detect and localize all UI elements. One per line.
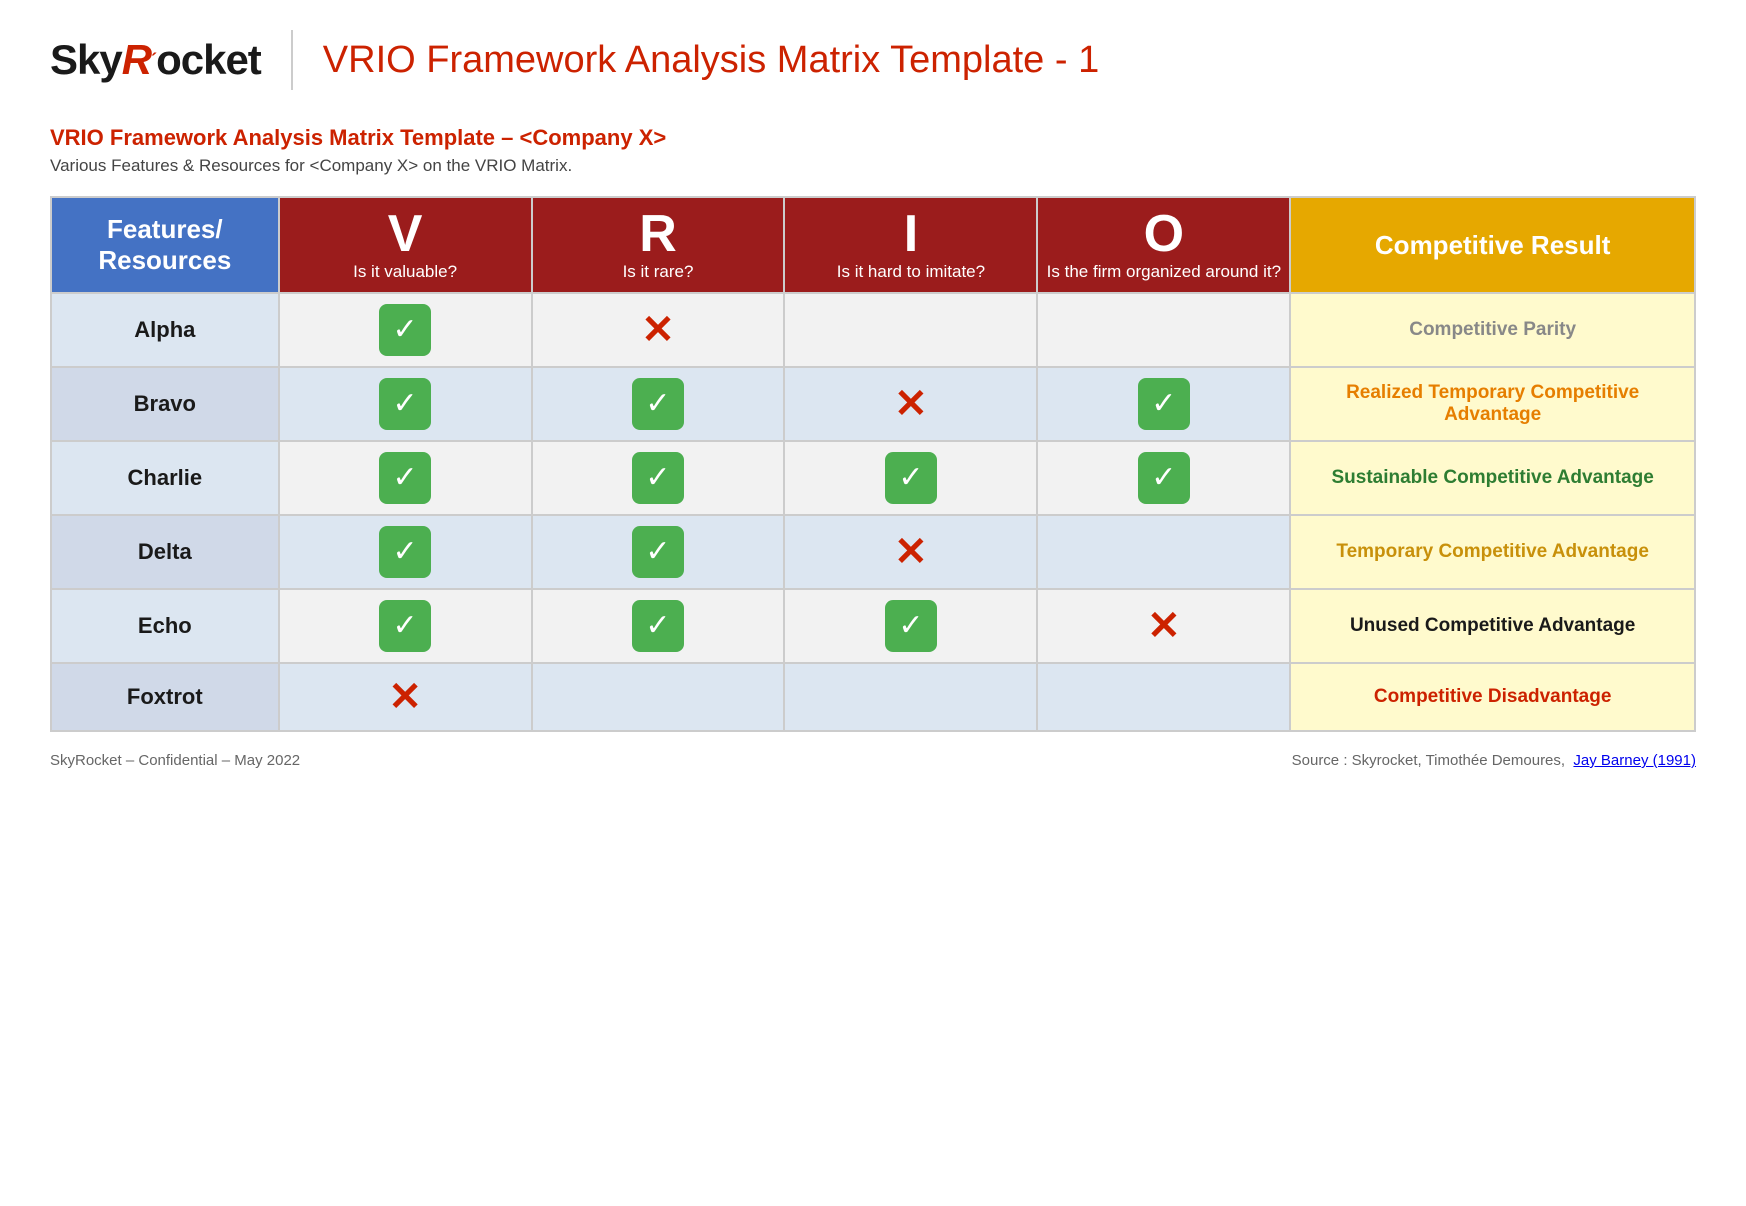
- check-icon: ✓: [632, 452, 684, 504]
- row-name: Charlie: [51, 441, 279, 515]
- col-header-r: R Is it rare?: [532, 197, 785, 293]
- cell-o: [1037, 293, 1290, 367]
- check-icon: ✓: [379, 304, 431, 356]
- cross-icon: ✕: [388, 675, 422, 719]
- footer: SkyRocket – Confidential – May 2022 Sour…: [50, 752, 1696, 769]
- table-row: Bravo ✓ ✓ ✕ ✓ Realized Temporary Competi…: [51, 367, 1695, 441]
- check-icon: ✓: [379, 526, 431, 578]
- table-header-row: Features/ Resources V Is it valuable? R …: [51, 197, 1695, 293]
- page-header: SkyR´ocket VRIO Framework Analysis Matri…: [50, 30, 1696, 100]
- cell-result: Realized Temporary Competitive Advantage: [1290, 367, 1695, 441]
- logo: SkyR´ocket: [50, 36, 261, 84]
- table-row: Delta ✓ ✓ ✕ Temporary Competitive Advant…: [51, 515, 1695, 589]
- col-header-o: O Is the firm organized around it?: [1037, 197, 1290, 293]
- footer-link[interactable]: Jay Barney (1991): [1573, 752, 1696, 769]
- subtitle-desc: Various Features & Resources for <Compan…: [50, 156, 1696, 176]
- vrio-matrix-table: Features/ Resources V Is it valuable? R …: [50, 196, 1696, 732]
- logo-accent: ´: [151, 50, 156, 70]
- logo-r: R: [122, 36, 151, 83]
- cell-o: [1037, 663, 1290, 731]
- cell-i: ✓: [784, 589, 1037, 663]
- col-v-sub: Is it valuable?: [288, 262, 523, 282]
- cell-i: [784, 293, 1037, 367]
- footer-right: Source : Skyrocket, Timothée Demoures, J…: [1292, 752, 1696, 769]
- header-divider: [291, 30, 293, 90]
- cell-i: ✕: [784, 367, 1037, 441]
- cell-result: Competitive Parity: [1290, 293, 1695, 367]
- row-name: Echo: [51, 589, 279, 663]
- col-header-v: V Is it valuable?: [279, 197, 532, 293]
- cell-result: Competitive Disadvantage: [1290, 663, 1695, 731]
- table-row: Echo ✓ ✓ ✓ ✕ Unused Competitive Advantag…: [51, 589, 1695, 663]
- cell-result: Sustainable Competitive Advantage: [1290, 441, 1695, 515]
- table-row: Foxtrot ✕ Competitive Disadvantage: [51, 663, 1695, 731]
- cell-v: ✓: [279, 367, 532, 441]
- footer-right-prefix: Source : Skyrocket, Timothée Demoures,: [1292, 752, 1565, 769]
- cell-result: Unused Competitive Advantage: [1290, 589, 1695, 663]
- cell-v: ✓: [279, 589, 532, 663]
- cell-r: ✓: [532, 441, 785, 515]
- cell-o: ✓: [1037, 441, 1290, 515]
- row-name: Alpha: [51, 293, 279, 367]
- check-icon: ✓: [379, 378, 431, 430]
- check-icon: ✓: [379, 600, 431, 652]
- col-header-features: Features/ Resources: [51, 197, 279, 293]
- cross-icon: ✕: [894, 382, 928, 426]
- col-i-sub: Is it hard to imitate?: [793, 262, 1028, 282]
- subtitle-section: VRIO Framework Analysis Matrix Template …: [50, 125, 1696, 176]
- cell-r: ✓: [532, 589, 785, 663]
- check-icon: ✓: [632, 378, 684, 430]
- page-title: VRIO Framework Analysis Matrix Template …: [323, 39, 1099, 82]
- row-name: Bravo: [51, 367, 279, 441]
- cell-i: ✕: [784, 515, 1037, 589]
- table-body: Alpha ✓ ✕ Competitive Parity Bravo ✓ ✓ ✕…: [51, 293, 1695, 731]
- cell-i: [784, 663, 1037, 731]
- check-icon: ✓: [632, 526, 684, 578]
- col-header-i: I Is it hard to imitate?: [784, 197, 1037, 293]
- check-icon: ✓: [885, 600, 937, 652]
- table-row: Charlie ✓ ✓ ✓ ✓ Sustainable Competitive …: [51, 441, 1695, 515]
- col-r-sub: Is it rare?: [541, 262, 776, 282]
- col-r-letter: R: [541, 208, 776, 260]
- check-icon: ✓: [1138, 378, 1190, 430]
- row-name: Foxtrot: [51, 663, 279, 731]
- table-row: Alpha ✓ ✕ Competitive Parity: [51, 293, 1695, 367]
- cell-r: ✓: [532, 367, 785, 441]
- cell-o: ✓: [1037, 367, 1290, 441]
- col-i-letter: I: [793, 208, 1028, 260]
- cell-o: ✕: [1037, 589, 1290, 663]
- col-v-letter: V: [288, 208, 523, 260]
- footer-left: SkyRocket – Confidential – May 2022: [50, 752, 300, 769]
- col-header-result: Competitive Result: [1290, 197, 1695, 293]
- cell-result: Temporary Competitive Advantage: [1290, 515, 1695, 589]
- check-icon: ✓: [885, 452, 937, 504]
- cross-icon: ✕: [894, 530, 928, 574]
- cross-icon: ✕: [1147, 604, 1181, 648]
- logo-rocket: ocket: [156, 36, 261, 83]
- cell-i: ✓: [784, 441, 1037, 515]
- cell-o: [1037, 515, 1290, 589]
- cell-r: ✕: [532, 293, 785, 367]
- logo-sky: Sky: [50, 36, 122, 83]
- subtitle-title: VRIO Framework Analysis Matrix Template …: [50, 125, 1696, 151]
- cell-v: ✓: [279, 441, 532, 515]
- cell-r: ✓: [532, 515, 785, 589]
- col-o-letter: O: [1046, 208, 1281, 260]
- col-o-sub: Is the firm organized around it?: [1046, 262, 1281, 282]
- row-name: Delta: [51, 515, 279, 589]
- check-icon: ✓: [379, 452, 431, 504]
- cell-v: ✓: [279, 515, 532, 589]
- cell-r: [532, 663, 785, 731]
- cross-icon: ✕: [641, 308, 675, 352]
- check-icon: ✓: [632, 600, 684, 652]
- cell-v: ✕: [279, 663, 532, 731]
- cell-v: ✓: [279, 293, 532, 367]
- check-icon: ✓: [1138, 452, 1190, 504]
